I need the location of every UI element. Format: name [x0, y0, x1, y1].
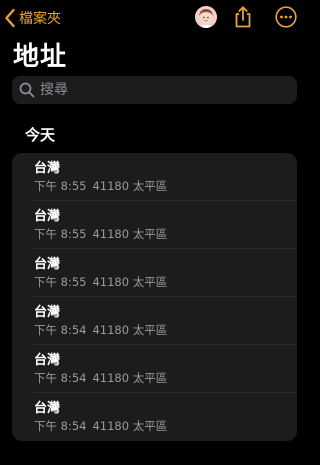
note-row[interactable]: 台灣 下午 8:55 41180 太平區: [12, 201, 297, 249]
note-time: 下午 8:54: [34, 371, 87, 385]
note-time: 下午 8:54: [34, 323, 87, 337]
note-time: 下午 8:55: [34, 275, 87, 289]
note-preview: 41180 太平區: [92, 227, 168, 241]
page-title: 地址: [13, 42, 68, 72]
note-title: 台灣: [34, 209, 61, 224]
note-title: 台灣: [34, 401, 61, 416]
avatar[interactable]: [195, 6, 217, 28]
back-label: 檔案夾: [19, 11, 61, 27]
note-preview: 41180 太平區: [92, 371, 168, 385]
note-row[interactable]: 台灣 下午 8:54 41180 太平區: [12, 297, 297, 345]
note-time: 下午 8:54: [34, 419, 87, 433]
note-row[interactable]: 台灣 下午 8:54 41180 太平區: [12, 345, 297, 393]
note-preview: 41180 太平區: [92, 275, 168, 289]
note-subtitle: 下午 8:55 41180 太平區: [34, 274, 297, 290]
note-time: 下午 8:55: [34, 227, 87, 241]
note-subtitle: 下午 8:55 41180 太平區: [34, 226, 297, 242]
note-preview: 41180 太平區: [92, 419, 168, 433]
navigation-bar: 檔案夾: [0, 0, 307, 36]
note-row[interactable]: 台灣 下午 8:55 41180 太平區: [12, 153, 297, 201]
search-icon: [19, 82, 35, 98]
search-bar[interactable]: [12, 76, 297, 104]
section-header-today: 今天: [25, 126, 56, 144]
search-input[interactable]: [40, 82, 270, 98]
chevron-left-icon: [5, 8, 15, 28]
note-title: 台灣: [34, 161, 61, 176]
note-subtitle: 下午 8:55 41180 太平區: [34, 178, 297, 194]
notes-folder-screen: 檔案夾 地址 搜尋 今天 台灣 下午 8:55 41180 太平區 台灣 下午 …: [0, 0, 307, 465]
share-button[interactable]: [232, 5, 254, 29]
memoji-avatar-icon: [195, 6, 217, 28]
note-subtitle: 下午 8:54 41180 太平區: [34, 322, 297, 338]
notes-list: 台灣 下午 8:55 41180 太平區 台灣 下午 8:55 41180 太平區 …: [12, 153, 297, 441]
more-icon: [275, 6, 297, 28]
note-subtitle: 下午 8:54 41180 太平區: [34, 370, 297, 386]
share-icon: [235, 6, 251, 28]
note-preview: 41180 太平區: [92, 323, 168, 337]
note-row[interactable]: 台灣 下午 8:54 41180 太平區: [12, 393, 297, 441]
note-preview: 41180 太平區: [92, 179, 168, 193]
note-row[interactable]: 台灣 下午 8:55 41180 太平區: [12, 249, 297, 297]
note-title: 台灣: [34, 305, 61, 320]
note-title: 台灣: [34, 257, 61, 272]
more-button[interactable]: [275, 6, 297, 28]
note-subtitle: 下午 8:54 41180 太平區: [34, 418, 297, 434]
note-time: 下午 8:55: [34, 179, 87, 193]
back-button[interactable]: 檔案夾: [4, 7, 61, 29]
note-title: 台灣: [34, 353, 61, 368]
